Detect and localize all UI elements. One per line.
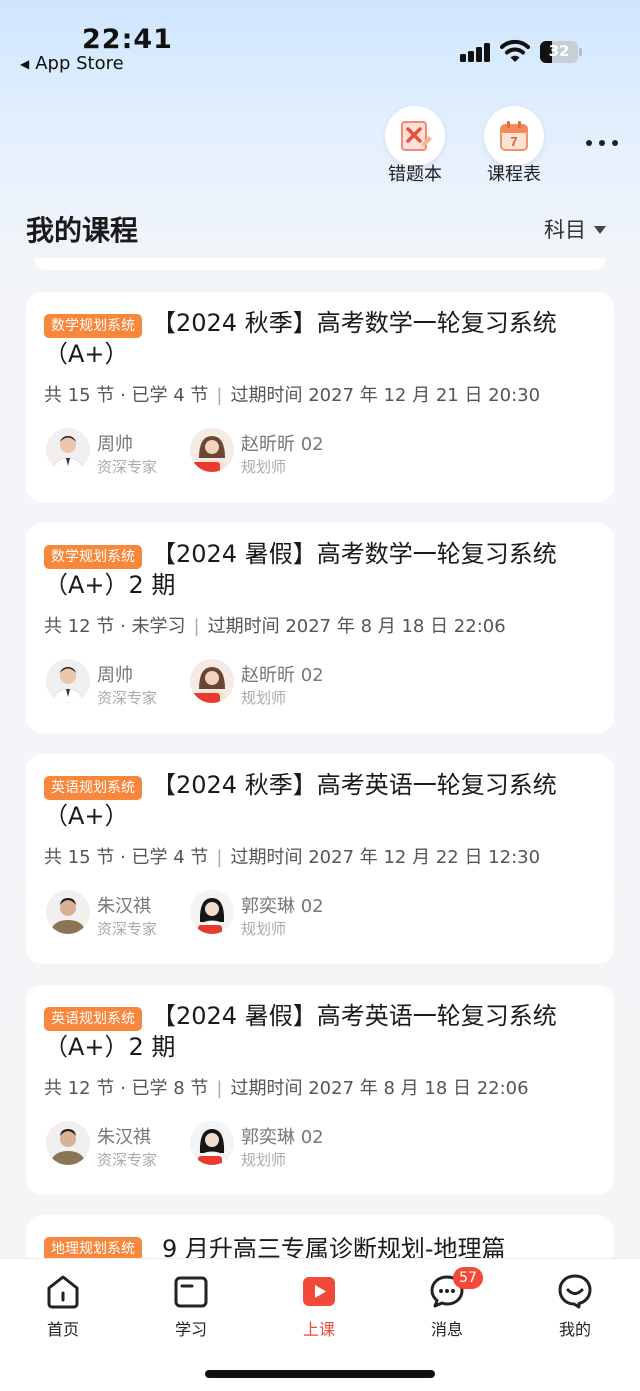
teacher-avatar: [46, 659, 90, 703]
planner-role: 规划师: [241, 920, 287, 938]
back-to-app-store[interactable]: ◀ App Store: [20, 53, 124, 74]
back-app-label: App Store: [35, 53, 124, 74]
tab-study[interactable]: 学习: [151, 1271, 231, 1340]
planner-name: 郭奕琳 02: [241, 896, 324, 917]
teacher-name: 朱汉祺: [97, 1127, 151, 1148]
teacher-role: 资深专家: [97, 458, 158, 476]
previous-card-edge: [34, 258, 606, 270]
course-meta: 共 12 节 · 未学习 | 过期时间 2027 年 8 月 18 日 22:06: [44, 616, 506, 637]
cellular-signal-icon: [460, 42, 492, 62]
planner-avatar: [190, 890, 234, 934]
course-card[interactable]: 数学规划系统 【2024 暑假】高考数学一轮复习系统（A+）2 期 共 12 节…: [26, 523, 614, 733]
course-meta: 共 15 节 · 已学 4 节 | 过期时间 2027 年 12 月 22 日 12…: [44, 847, 541, 868]
planner-name: 赵昕昕 02: [241, 434, 324, 455]
tab-class-label: 上课: [302, 1320, 335, 1339]
course-title: 【2024 秋季】高考数学一轮复习系统（A+）: [44, 309, 557, 368]
status-time: 22:41: [82, 24, 173, 55]
planner-name: 赵昕昕 02: [241, 665, 324, 686]
course-meta: 共 15 节 · 已学 4 节 | 过期时间 2027 年 12 月 21 日 20…: [44, 385, 541, 406]
app-screen: 22:41 ◀ App Store 32 错题本 7 课程表 我的课程 科目 数…: [0, 0, 640, 1391]
planner-avatar: [190, 428, 234, 472]
planner-role: 规划师: [241, 689, 287, 707]
tab-messages[interactable]: 57 消息: [407, 1267, 487, 1340]
teacher-avatar: [46, 428, 90, 472]
wrong-questions-label: 错题本: [388, 164, 442, 185]
tab-messages-label: 消息: [430, 1320, 463, 1339]
course-card[interactable]: 英语规划系统 【2024 暑假】高考英语一轮复习系统（A+）2 期 共 12 节…: [26, 985, 614, 1195]
course-meta: 共 12 节 · 已学 8 节 | 过期时间 2027 年 8 月 18 日 22:…: [44, 1078, 529, 1099]
tab-profile[interactable]: 我的: [535, 1271, 615, 1340]
back-triangle-icon: ◀: [20, 56, 30, 71]
planner-role: 规划师: [241, 1151, 287, 1169]
course-title: 【2024 暑假】高考英语一轮复习系统（A+）2 期: [44, 1002, 557, 1061]
message-badge: 57: [453, 1267, 483, 1289]
subject-filter-label: 科目: [544, 218, 586, 242]
schedule-button[interactable]: 7 课程表: [474, 106, 554, 186]
tab-profile-label: 我的: [558, 1320, 591, 1339]
wrong-questions-button[interactable]: 错题本: [375, 106, 455, 186]
planner-role: 规划师: [241, 458, 287, 476]
wrong-questions-book-icon: [401, 121, 432, 151]
home-icon: [47, 1275, 79, 1309]
tab-class[interactable]: 上课: [279, 1271, 359, 1340]
schedule-label: 课程表: [487, 164, 541, 185]
course-card[interactable]: 数学规划系统 【2024 秋季】高考数学一轮复习系统（A+） 共 15 节 · …: [26, 292, 614, 502]
status-bar: 22:41 ◀ App Store 32: [0, 0, 640, 80]
tab-study-label: 学习: [174, 1320, 207, 1339]
wifi-icon: [500, 39, 530, 62]
battery-icon: 32: [540, 41, 582, 63]
teacher-name: 周帅: [97, 665, 133, 686]
study-icon: [174, 1276, 208, 1308]
teacher-avatar: [46, 890, 90, 934]
more-dots-icon[interactable]: [586, 140, 618, 148]
teacher-role: 资深专家: [97, 689, 158, 707]
course-card[interactable]: 英语规划系统 【2024 秋季】高考英语一轮复习系统（A+） 共 15 节 · …: [26, 754, 614, 964]
calendar-schedule-icon: 7: [500, 121, 528, 151]
teacher-role: 资深专家: [97, 1151, 158, 1169]
course-title: 【2024 秋季】高考英语一轮复习系统（A+）: [44, 771, 557, 830]
subject-filter[interactable]: 科目: [544, 214, 606, 244]
teacher-name: 朱汉祺: [97, 896, 151, 917]
page-title: 我的课程: [26, 214, 139, 247]
tab-home[interactable]: 首页: [23, 1271, 103, 1340]
course-title: 【2024 暑假】高考数学一轮复习系统（A+）2 期: [44, 540, 557, 599]
planner-avatar: [190, 659, 234, 703]
play-class-icon: [303, 1277, 335, 1306]
calendar-day: 7: [510, 134, 517, 149]
teacher-avatar: [46, 1121, 90, 1165]
profile-icon: [558, 1274, 592, 1309]
caret-down-icon: [594, 226, 606, 234]
teacher-role: 资深专家: [97, 920, 158, 938]
home-indicator[interactable]: [205, 1370, 435, 1378]
planner-avatar: [190, 1121, 234, 1165]
planner-name: 郭奕琳 02: [241, 1127, 324, 1148]
battery-level: 32: [548, 42, 570, 60]
tab-home-label: 首页: [46, 1320, 79, 1339]
teacher-name: 周帅: [97, 434, 133, 455]
